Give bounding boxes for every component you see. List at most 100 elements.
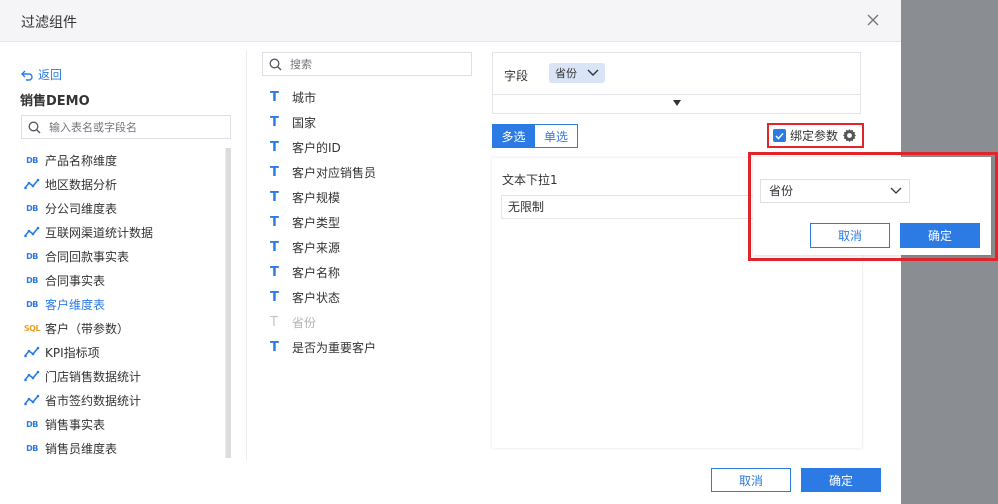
table-item[interactable]: DB 合同事实表 <box>23 268 223 292</box>
text-type-icon: T <box>270 115 279 130</box>
chevron-down-icon <box>890 187 902 194</box>
dialog-titlebar: 过滤组件 <box>0 0 901 42</box>
field-item-label: 客户状态 <box>292 291 341 305</box>
preview-dropdown[interactable]: 无限制 <box>501 195 756 219</box>
gear-icon[interactable] <box>842 128 857 143</box>
db-icon: DB <box>26 155 38 165</box>
table-item-label: 合同回款事实表 <box>45 249 130 264</box>
popup-confirm-button[interactable]: 确定 <box>900 223 980 248</box>
table-item[interactable]: DB 销售员维度表 <box>23 436 223 460</box>
table-item[interactable]: DB 合同回款事实表 <box>23 244 223 268</box>
text-type-icon: T <box>270 190 279 205</box>
preview-title: 文本下拉1 <box>502 173 558 187</box>
table-item-label: 销售员维度表 <box>45 441 118 456</box>
table-item[interactable]: 门店销售数据统计 <box>23 364 223 388</box>
field-item[interactable]: T 客户规模 <box>270 185 470 210</box>
table-item[interactable]: DB 销售事实表 <box>23 412 223 436</box>
table-search-input[interactable] <box>49 120 219 134</box>
table-item-label: 省市签约数据统计 <box>45 393 142 408</box>
table-item-label: 客户维度表 <box>45 297 106 312</box>
field-item[interactable]: T 国家 <box>270 110 470 135</box>
table-item-label: 地区数据分析 <box>45 177 118 192</box>
popup-cancel-button[interactable]: 取消 <box>810 223 890 248</box>
field-item[interactable]: T 客户的ID <box>270 135 470 160</box>
text-type-icon: T <box>270 340 279 355</box>
field-item[interactable]: T 客户状态 <box>270 285 470 310</box>
chevron-down-icon <box>587 69 599 76</box>
selection-mode-toggle: 多选 单选 <box>492 124 578 148</box>
db-icon: DB <box>26 419 38 429</box>
line-chart-icon <box>23 345 41 359</box>
line-chart-icon <box>23 393 41 407</box>
table-item-label: KPI指标项 <box>45 345 100 360</box>
table-item[interactable]: 地区数据分析 <box>23 172 223 196</box>
field-item-label: 客户类型 <box>292 216 341 230</box>
field-item[interactable]: T 客户来源 <box>270 235 470 260</box>
text-type-icon: T <box>270 315 278 330</box>
table-item[interactable]: 省市签约数据统计 <box>23 388 223 412</box>
close-icon[interactable] <box>865 12 881 28</box>
table-item[interactable]: DB 分公司维度表 <box>23 196 223 220</box>
table-panel: 返回 销售DEMO DB 产品名称维度地区数据分析 DB 分公司维度表互联网渠道统计数… <box>20 62 232 457</box>
sql-icon: SQL <box>23 323 41 333</box>
table-item[interactable]: KPI指标项 <box>23 340 223 364</box>
field-list: T 城市 T 国家 T 客户的ID T 客户对应销售员 T 客户规模 T 客户类型 T 客户来源 T 客户名称… <box>270 85 470 360</box>
back-arrow-icon <box>21 70 33 81</box>
table-list-scrollbar[interactable] <box>226 148 231 458</box>
parameter-select[interactable]: 省份 <box>760 179 910 203</box>
db-icon: DB <box>26 275 38 285</box>
parameter-popup: 省份 取消 确定 <box>753 157 991 255</box>
table-list: DB 产品名称维度 地区数据分析 DB 分公司维度表 互联网渠道统计数据 DB 合同回款事实表… <box>23 148 223 460</box>
bind-parameter-highlight: 绑定参数 <box>767 123 864 148</box>
field-search-input[interactable] <box>290 57 460 71</box>
bind-parameter-checkbox[interactable] <box>773 129 786 142</box>
field-item[interactable]: T 客户对应销售员 <box>270 160 470 185</box>
table-item-label: 分公司维度表 <box>45 201 118 216</box>
table-item[interactable]: 互联网渠道统计数据 <box>23 220 223 244</box>
package-name: 销售DEMO <box>20 94 90 109</box>
parameter-select-value: 省份 <box>769 184 794 198</box>
back-link[interactable]: 返回 <box>20 66 62 83</box>
field-drop-area[interactable]: 字段 省份 <box>492 52 861 114</box>
expand-triangle-icon[interactable] <box>673 100 681 106</box>
table-item-label: 合同事实表 <box>45 273 106 288</box>
field-tag-label: 省份 <box>555 67 577 80</box>
text-type-icon: T <box>270 140 279 155</box>
field-item-label: 是否为重要客户 <box>292 341 377 355</box>
field-item[interactable]: T 是否为重要客户 <box>270 335 470 360</box>
line-chart-icon <box>23 369 41 383</box>
table-item[interactable]: SQL 客户（带参数） <box>23 316 223 340</box>
cancel-button[interactable]: 取消 <box>711 468 791 492</box>
search-icon <box>269 58 282 70</box>
text-type-icon: T <box>270 290 279 305</box>
field-label: 字段 <box>504 69 529 83</box>
field-item[interactable]: T 客户类型 <box>270 210 470 235</box>
search-icon <box>28 121 41 133</box>
field-item[interactable]: T 客户名称 <box>270 260 470 285</box>
text-type-icon: T <box>270 240 279 255</box>
single-select-button[interactable]: 单选 <box>535 124 578 148</box>
field-item-label: 客户规模 <box>292 191 341 205</box>
db-icon: DB <box>26 443 38 453</box>
field-item[interactable]: T 城市 <box>270 85 470 110</box>
field-item-label: 城市 <box>292 91 317 105</box>
text-type-icon: T <box>270 165 279 180</box>
table-search[interactable] <box>21 115 231 139</box>
multi-select-button[interactable]: 多选 <box>492 124 535 148</box>
field-search[interactable] <box>262 52 472 76</box>
column-divider <box>246 50 247 460</box>
table-item-label: 产品名称维度 <box>45 153 118 168</box>
bind-parameter-label: 绑定参数 <box>790 129 839 143</box>
table-item[interactable]: DB 客户维度表 <box>23 292 223 316</box>
db-icon: DB <box>26 251 38 261</box>
confirm-button[interactable]: 确定 <box>801 468 881 492</box>
field-item-label: 省份 <box>292 316 317 330</box>
field-tag[interactable]: 省份 <box>549 63 605 83</box>
text-type-icon: T <box>270 215 279 230</box>
table-item[interactable]: DB 产品名称维度 <box>23 148 223 172</box>
back-label: 返回 <box>38 68 63 82</box>
table-item-label: 互联网渠道统计数据 <box>45 225 154 240</box>
field-item-label: 国家 <box>292 116 317 130</box>
line-chart-icon <box>23 177 41 191</box>
check-icon <box>775 132 784 140</box>
